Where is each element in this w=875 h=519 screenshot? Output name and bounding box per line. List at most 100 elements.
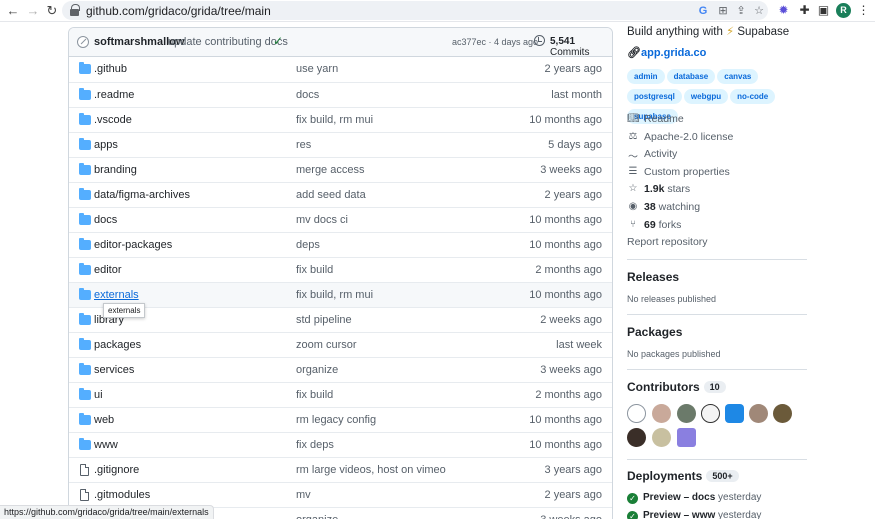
file-name[interactable]: services (94, 364, 134, 376)
author-avatar[interactable] (77, 36, 89, 48)
file-row[interactable]: editor-packages deps 10 months ago (69, 232, 612, 257)
file-row[interactable]: services organize 3 weeks ago (69, 357, 612, 382)
file-commit-message[interactable]: organize (296, 514, 338, 519)
file-commit-message[interactable]: std pipeline (296, 314, 352, 326)
homepage-url[interactable]: app.grida.co (641, 47, 706, 59)
topic-tag[interactable]: database (666, 69, 716, 84)
bookmark-star-icon[interactable]: ☆ (752, 4, 766, 18)
file-name[interactable]: apps (94, 139, 118, 151)
file-commit-message[interactable]: merge access (296, 164, 364, 176)
file-row[interactable]: docs mv docs ci 10 months ago (69, 207, 612, 232)
file-commit-message[interactable]: rm legacy config (296, 414, 376, 426)
commit-message[interactable]: update contributing docs (168, 36, 288, 48)
file-name[interactable]: branding (94, 164, 137, 176)
contributors-heading[interactable]: Contributors 10 (627, 380, 726, 394)
file-name[interactable]: .gitmodules (94, 489, 150, 501)
file-name[interactable]: .gitignore (94, 464, 139, 476)
file-commit-message[interactable]: fix build (296, 389, 333, 401)
file-name[interactable]: data/figma-archives (94, 189, 190, 201)
stars-link[interactable]: ☆ 1.9k stars (627, 183, 733, 201)
contributor-avatar[interactable] (677, 404, 696, 423)
topic-tag[interactable]: no-code (730, 89, 776, 104)
deployments-heading[interactable]: Deployments 500+ (627, 469, 739, 483)
file-row[interactable]: .gitmodules mv 2 years ago (69, 482, 612, 507)
file-name[interactable]: docs (94, 214, 117, 226)
file-commit-message[interactable]: organize (296, 364, 338, 376)
file-row[interactable]: .github use yarn 2 years ago (69, 57, 612, 82)
menu-kebab-icon[interactable]: ⋮ (856, 3, 871, 18)
file-row[interactable]: packages zoom cursor last week (69, 332, 612, 357)
check-icon[interactable]: ✓ (273, 34, 283, 48)
commits-link[interactable]: 5,541 Commits (550, 36, 612, 58)
watching-link[interactable]: ◉ 38 watching (627, 201, 733, 219)
file-commit-message[interactable]: deps (296, 239, 320, 251)
file-name[interactable]: packages (94, 339, 141, 351)
bot-avatar[interactable] (725, 404, 744, 423)
file-commit-message[interactable]: fix build (296, 264, 333, 276)
file-name[interactable]: ui (94, 389, 103, 401)
file-commit-message[interactable]: res (296, 139, 311, 151)
forward-icon[interactable]: → (25, 3, 41, 19)
deployment-item[interactable]: ✓ Preview – docs yesterday (627, 492, 761, 504)
contributor-avatar[interactable] (652, 428, 671, 447)
file-name[interactable]: editor-packages (94, 239, 172, 251)
file-row[interactable]: .gitignore rm large videos, host on vimeo… (69, 457, 612, 482)
file-name[interactable]: www (94, 439, 118, 451)
file-commit-message[interactable]: mv (296, 489, 311, 501)
file-name[interactable]: web (94, 414, 114, 426)
releases-heading[interactable]: Releases (627, 270, 679, 284)
install-icon[interactable]: ⊞ (716, 4, 730, 18)
contributor-avatar[interactable] (773, 404, 792, 423)
url-text[interactable]: github.com/gridaco/grida/tree/main (86, 4, 271, 18)
file-commit-message[interactable]: use yarn (296, 63, 338, 75)
commit-meta[interactable]: ac377ec · 4 days ago (452, 37, 538, 47)
contributor-avatar[interactable] (749, 404, 768, 423)
custom-properties-link[interactable]: ☰ Custom properties (627, 166, 733, 184)
file-commit-message[interactable]: add seed data (296, 189, 366, 201)
file-name[interactable]: editor (94, 264, 122, 276)
contributor-avatar[interactable] (627, 404, 646, 423)
topic-tag[interactable]: webgpu (683, 89, 729, 104)
side-panel-icon[interactable]: ▣ (816, 3, 831, 18)
topic-tag[interactable]: admin (627, 69, 665, 84)
packages-heading[interactable]: Packages (627, 325, 682, 339)
file-name[interactable]: .vscode (94, 114, 132, 126)
file-commit-message[interactable]: mv docs ci (296, 214, 348, 226)
reload-icon[interactable]: ↻ (44, 3, 60, 19)
file-commit-message[interactable]: rm large videos, host on vimeo (296, 464, 446, 476)
file-commit-message[interactable]: docs (296, 89, 319, 101)
contributor-avatar[interactable] (701, 404, 720, 423)
file-name[interactable]: .github (94, 63, 127, 75)
contributor-avatar[interactable] (677, 428, 696, 447)
file-row[interactable]: ui fix build 2 months ago (69, 382, 612, 407)
contributor-avatar[interactable] (627, 428, 646, 447)
profile-avatar[interactable]: R (836, 3, 851, 18)
report-repository-link[interactable]: Report repository (627, 236, 733, 254)
file-row[interactable]: www fix deps 10 months ago (69, 432, 612, 457)
deployment-item[interactable]: ✓ Preview – www yesterday (627, 510, 761, 519)
file-name[interactable]: externals (94, 289, 139, 301)
file-row[interactable]: data/figma-archives add seed data 2 years … (69, 182, 612, 207)
back-icon[interactable]: ← (5, 3, 21, 19)
license-link[interactable]: ⚖︎ Apache-2.0 license (627, 131, 734, 149)
file-row[interactable]: apps res 5 days ago (69, 132, 612, 157)
topic-tag[interactable]: canvas (717, 69, 759, 84)
homepage-link[interactable]: 🔗︎app.grida.co (627, 46, 706, 59)
contributor-avatar[interactable] (652, 404, 671, 423)
extension-gear-icon[interactable]: ✹ (776, 3, 791, 18)
forks-link[interactable]: ⑂ 69 forks (627, 219, 733, 237)
file-commit-message[interactable]: fix build, rm mui (296, 114, 373, 126)
extensions-puzzle-icon[interactable]: ✚ (797, 3, 812, 18)
file-commit-message[interactable]: fix build, rm mui (296, 289, 373, 301)
activity-link[interactable]: 〜 Activity (627, 148, 733, 166)
file-row[interactable]: editor fix build 2 months ago (69, 257, 612, 282)
file-row[interactable]: externals fix build, rm mui 10 months ago (69, 282, 612, 307)
file-row[interactable]: web rm legacy config 10 months ago (69, 407, 612, 432)
file-row[interactable]: .readme docs last month (69, 82, 612, 107)
google-lens-icon[interactable]: G (696, 4, 710, 18)
file-name[interactable]: .readme (94, 89, 134, 101)
readme-link[interactable]: 📖︎ Readme (627, 113, 733, 131)
history-icon[interactable] (534, 35, 545, 46)
file-row[interactable]: library std pipeline 2 weeks ago (69, 307, 612, 332)
file-commit-message[interactable]: zoom cursor (296, 339, 357, 351)
